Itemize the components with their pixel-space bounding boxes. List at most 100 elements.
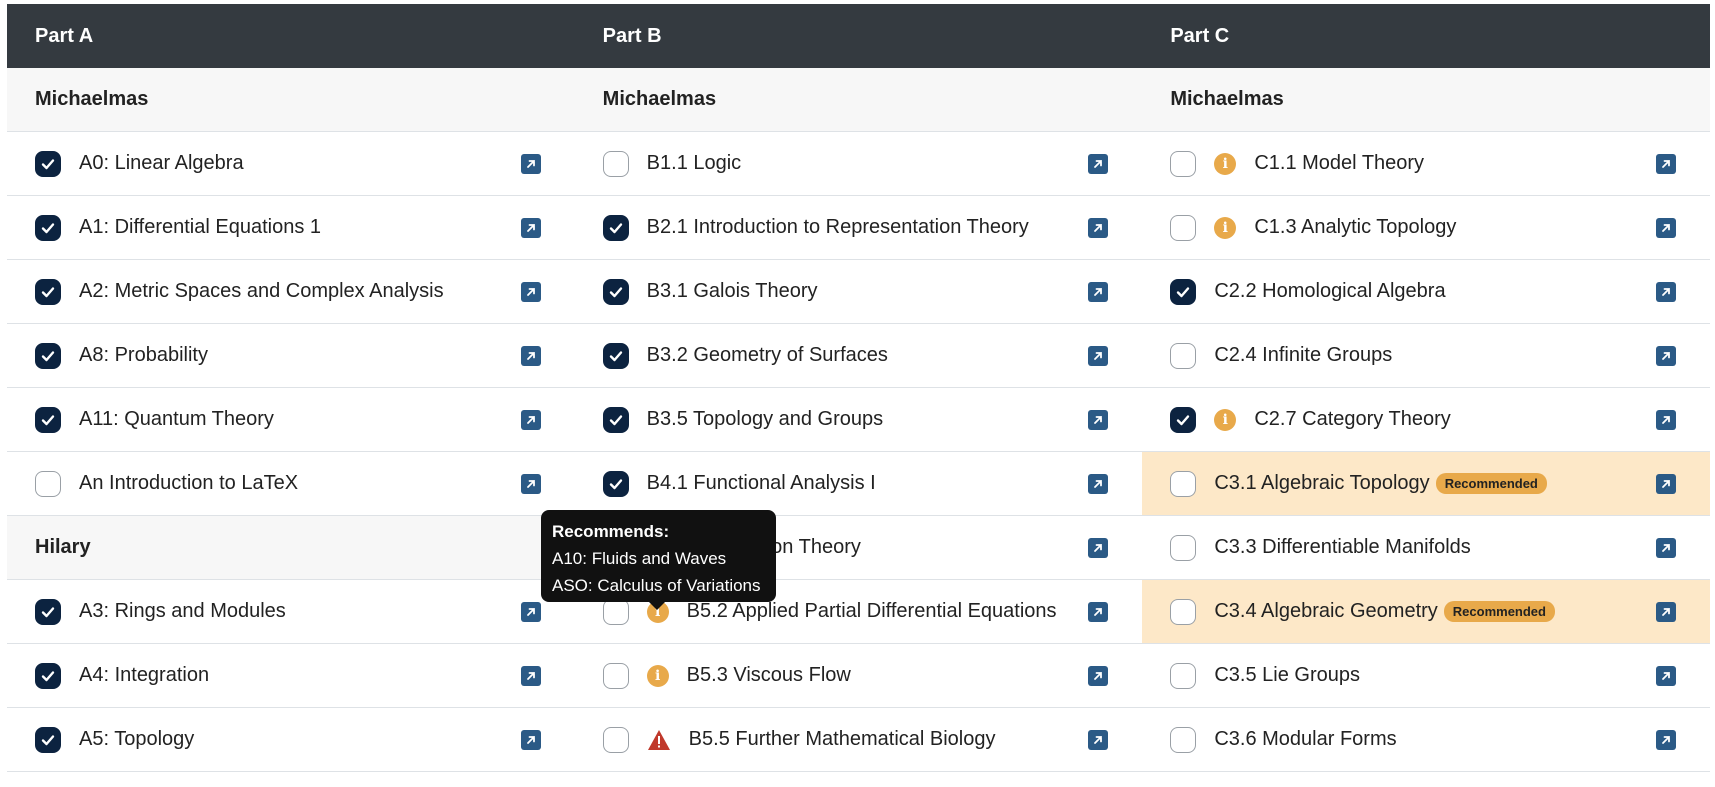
course-checkbox[interactable] xyxy=(602,598,629,625)
course-checkbox[interactable] xyxy=(1170,470,1197,497)
course-row: A2: Metric Spaces and Complex Analysis xyxy=(7,260,575,324)
course-checkbox[interactable] xyxy=(35,406,61,433)
course-label: C3.4 Algebraic Geometry Recommended xyxy=(1214,600,1656,623)
course-table: Part A Part B Part C Michaelmas A0: Linea… xyxy=(7,4,1711,772)
course-checkbox[interactable] xyxy=(602,470,629,497)
external-link-icon[interactable] xyxy=(1656,409,1677,430)
external-link-icon[interactable] xyxy=(1088,153,1109,174)
course-checkbox[interactable] xyxy=(35,470,61,497)
course-checkbox[interactable] xyxy=(1170,278,1197,305)
course-label: C3.5 Lie Groups xyxy=(1214,664,1656,687)
course-checkbox[interactable] xyxy=(602,278,629,305)
info-icon[interactable]: i xyxy=(1214,408,1237,431)
external-link-icon[interactable] xyxy=(1088,473,1109,494)
course-name: B3.2 Geometry of Surfaces xyxy=(646,344,888,366)
external-link-icon[interactable] xyxy=(1088,601,1109,622)
check-icon xyxy=(41,670,55,681)
course-name: C1.1 Model Theory xyxy=(1254,152,1425,174)
course-checkbox[interactable] xyxy=(602,342,629,369)
external-link-icon[interactable] xyxy=(520,665,541,686)
course-label: C1.3 Analytic Topology xyxy=(1254,216,1656,239)
course-checkbox[interactable] xyxy=(35,278,61,305)
info-icon[interactable]: i xyxy=(1214,216,1237,239)
course-name: C1.3 Analytic Topology xyxy=(1254,216,1457,238)
course-row: C2.4 Infinite Groups xyxy=(1142,324,1711,388)
external-link-icon[interactable] xyxy=(1656,153,1677,174)
course-checkbox[interactable] xyxy=(35,598,61,625)
external-link-icon[interactable] xyxy=(520,729,541,750)
course-label: C1.1 Model Theory xyxy=(1254,152,1656,175)
external-link-icon[interactable] xyxy=(1088,217,1109,238)
course-name: A0: Linear Algebra xyxy=(79,152,244,174)
check-icon xyxy=(1177,414,1190,425)
course-label: B3.5 Topology and Groups xyxy=(647,408,1089,431)
external-link-icon[interactable] xyxy=(520,153,541,174)
check-icon xyxy=(41,222,55,233)
course-checkbox[interactable] xyxy=(1170,150,1197,177)
course-checkbox[interactable] xyxy=(602,726,629,753)
external-link-icon[interactable] xyxy=(1656,473,1677,494)
course-checkbox[interactable] xyxy=(1170,598,1197,625)
external-link-icon[interactable] xyxy=(1656,345,1677,366)
course-label: A8: Probability xyxy=(79,344,521,367)
course-checkbox[interactable] xyxy=(602,214,629,241)
warning-icon[interactable] xyxy=(647,729,671,751)
course-checkbox[interactable] xyxy=(602,406,629,433)
recommended-badge: Recommended xyxy=(1435,473,1547,495)
course-label: C2.4 Infinite Groups xyxy=(1214,344,1656,367)
course-checkbox[interactable] xyxy=(35,342,61,369)
course-label: A11: Quantum Theory xyxy=(79,408,521,431)
external-link-icon[interactable] xyxy=(1656,537,1677,558)
external-link-icon[interactable] xyxy=(1656,665,1677,686)
external-link-icon[interactable] xyxy=(520,601,541,622)
term-heading: Hilary xyxy=(7,516,575,580)
course-row: A11: Quantum Theory xyxy=(7,388,575,452)
external-link-icon[interactable] xyxy=(1656,601,1677,622)
course-row: B3.5 Topology and Groups xyxy=(574,388,1143,452)
course-name: B2.1 Introduction to Representation Theo… xyxy=(646,216,1029,238)
external-link-icon[interactable] xyxy=(520,409,541,430)
external-link-icon[interactable] xyxy=(1088,345,1109,366)
course-row: i B5.3 Viscous Flow xyxy=(574,644,1143,708)
course-checkbox[interactable] xyxy=(1170,214,1197,241)
external-link-icon[interactable] xyxy=(1656,217,1677,238)
external-link-icon[interactable] xyxy=(1656,281,1677,302)
course-checkbox[interactable] xyxy=(602,150,629,177)
course-checkbox[interactable] xyxy=(602,662,629,689)
course-checkbox[interactable] xyxy=(35,662,61,689)
course-label: A4: Integration xyxy=(79,664,521,687)
course-checkbox[interactable] xyxy=(1170,534,1197,561)
external-link-icon[interactable] xyxy=(1088,665,1109,686)
column-part-a: Michaelmas A0: Linear Algebra A1: Differen… xyxy=(7,68,575,772)
info-icon[interactable]: i xyxy=(1214,152,1237,175)
course-checkbox[interactable] xyxy=(1170,662,1197,689)
external-link-icon[interactable] xyxy=(1088,281,1109,302)
course-checkbox[interactable] xyxy=(35,726,61,753)
course-label: C2.7 Category Theory xyxy=(1254,408,1656,431)
course-row: A3: Rings and Modules xyxy=(7,580,575,644)
external-link-icon[interactable] xyxy=(1088,537,1109,558)
course-checkbox[interactable] xyxy=(1170,342,1197,369)
course-checkbox[interactable] xyxy=(1170,726,1197,753)
course-row: C3.3 Differentiable Manifolds xyxy=(1142,516,1711,580)
course-checkbox[interactable] xyxy=(35,150,61,177)
course-checkbox[interactable] xyxy=(1170,406,1197,433)
recommends-tooltip: Recommends: A10: Fluids and Waves ASO: C… xyxy=(541,510,776,610)
external-link-icon[interactable] xyxy=(1088,729,1109,750)
external-link-icon[interactable] xyxy=(520,217,541,238)
course-checkbox[interactable] xyxy=(35,214,61,241)
course-row: B3.2 Geometry of Surfaces xyxy=(574,324,1143,388)
check-icon xyxy=(41,286,55,297)
check-icon xyxy=(41,414,55,425)
course-row: A0: Linear Algebra xyxy=(7,132,575,196)
external-link-icon[interactable] xyxy=(520,473,541,494)
external-link-icon[interactable] xyxy=(1656,729,1677,750)
column-part-b: Michaelmas B1.1 Logic B2.1 Introduction to… xyxy=(574,68,1143,772)
external-link-icon[interactable] xyxy=(1088,409,1109,430)
course-name: A4: Integration xyxy=(79,664,210,686)
course-label: A0: Linear Algebra xyxy=(79,152,521,175)
external-link-icon[interactable] xyxy=(520,281,541,302)
info-icon[interactable]: i xyxy=(646,664,669,687)
course-name: C3.6 Modular Forms xyxy=(1214,728,1397,750)
external-link-icon[interactable] xyxy=(520,345,541,366)
